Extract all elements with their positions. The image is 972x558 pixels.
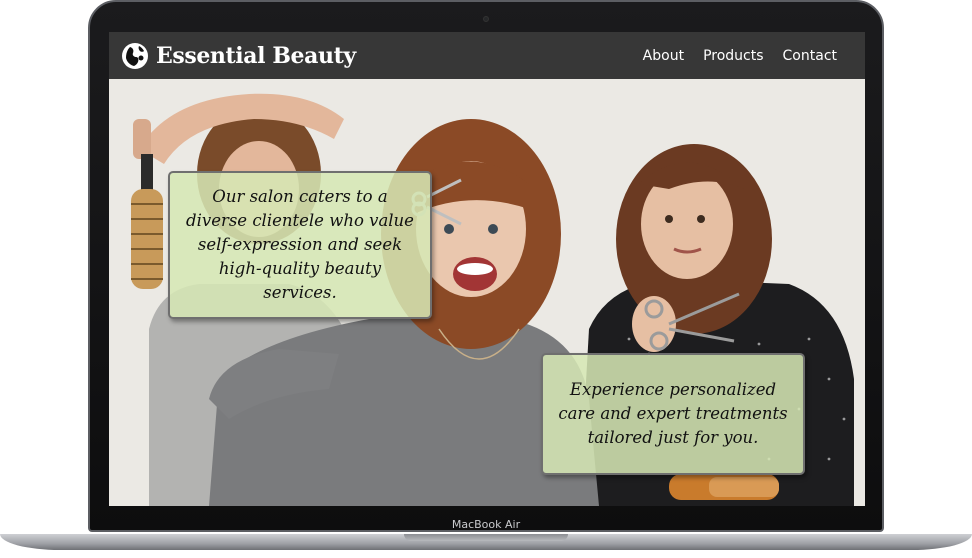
site-navbar: Essential Beauty About Products Contact (109, 32, 865, 79)
laptop-screen: Essential Beauty About Products Contact (109, 32, 865, 506)
nav-about-link[interactable]: About (643, 48, 684, 64)
laptop-base-notch (404, 534, 568, 541)
callout-personalized-care: Experience personalized care and expert … (541, 353, 805, 475)
hero-section: Our salon caters to a diverse clientele … (109, 79, 865, 506)
brand-name: Essential Beauty (156, 42, 356, 69)
nav-contact-link[interactable]: Contact (783, 48, 837, 64)
brand[interactable]: Essential Beauty (121, 42, 356, 70)
callout-clientele: Our salon caters to a diverse clientele … (168, 171, 432, 319)
device-label: MacBook Air (451, 518, 521, 531)
nav-links: About Products Contact (643, 48, 837, 64)
globe-silhouette-icon (122, 42, 148, 69)
nav-products-link[interactable]: Products (703, 48, 763, 64)
webcam (483, 16, 489, 22)
